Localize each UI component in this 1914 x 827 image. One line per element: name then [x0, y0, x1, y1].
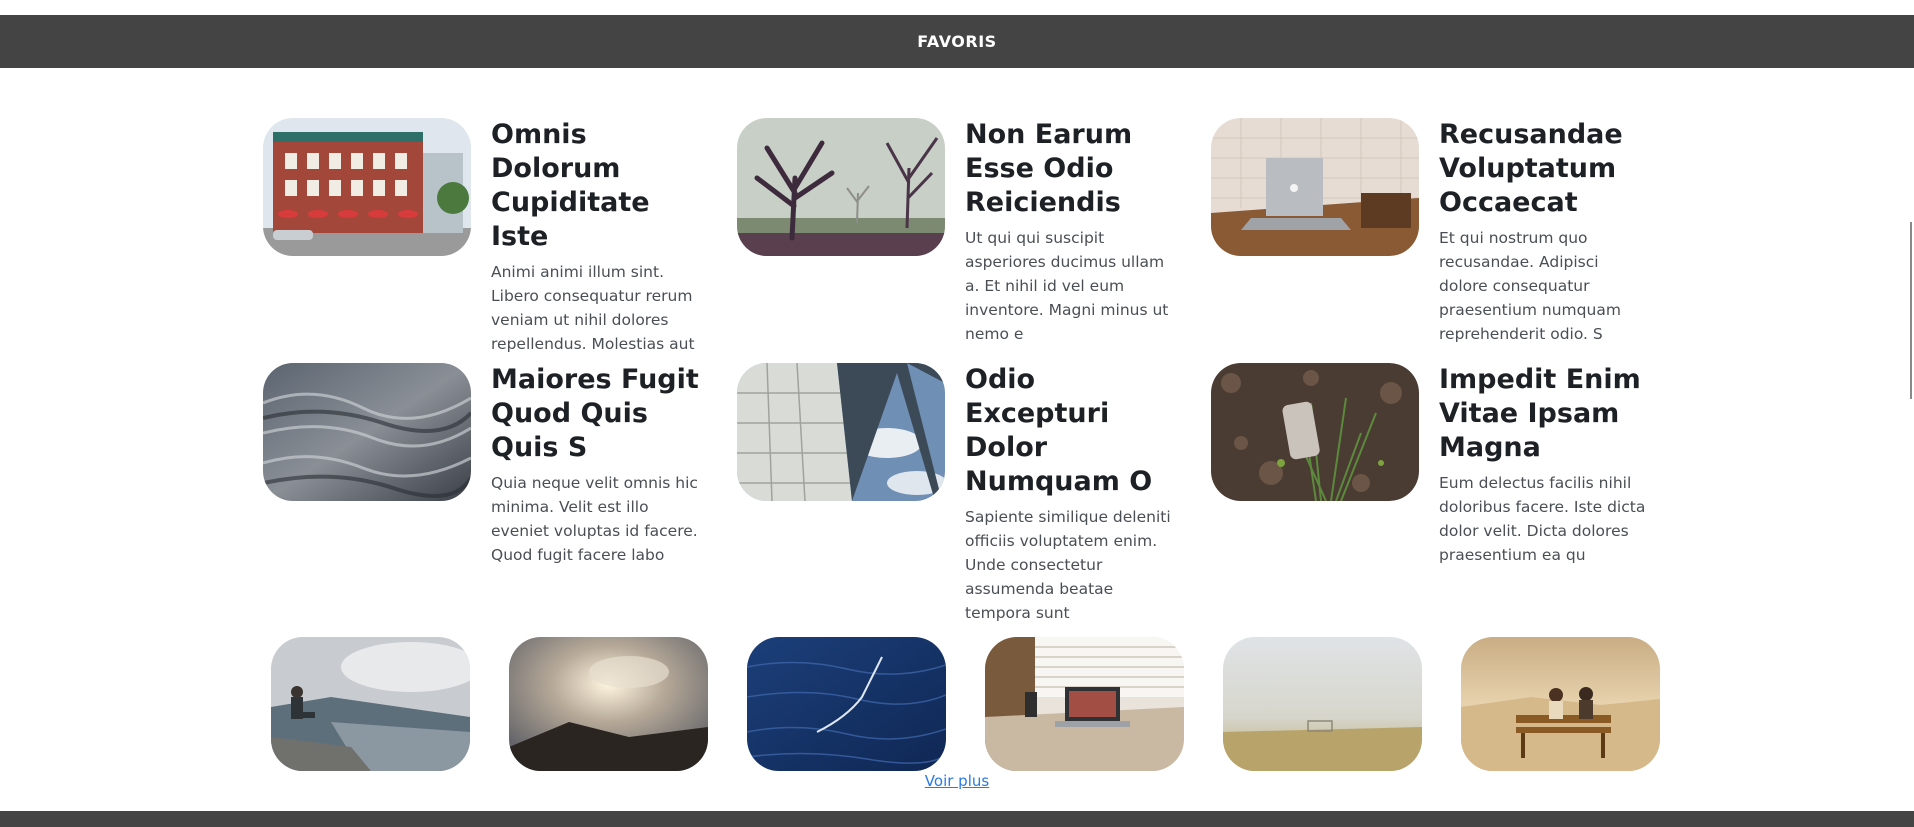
laptop-window-photo[interactable]: [985, 637, 1184, 771]
favorite-card[interactable]: Recusandae Voluptatum Occaecat Et qui no…: [1211, 118, 1671, 346]
card-text: Sapiente similique deleniti officiis vol…: [965, 508, 1171, 622]
deep-ocean-photo[interactable]: [747, 637, 946, 771]
foggy-field-photo[interactable]: [1223, 637, 1422, 771]
card-text: Animi animi illum sint. Libero consequat…: [491, 263, 695, 353]
thumbnail-strip: [271, 637, 1661, 771]
card-title[interactable]: Maiores Fugit Quod Quis Quis S: [491, 363, 701, 465]
card-text: Quia neque velit omnis hic minima. Velit…: [491, 474, 698, 564]
laptop-desk-photo[interactable]: [1211, 118, 1419, 256]
card-title[interactable]: Non Earum Esse Odio Reiciendis: [965, 118, 1175, 220]
card-body: Non Earum Esse Odio Reiciendis Ut qui qu…: [965, 118, 1175, 346]
favorite-card[interactable]: Odio Excepturi Dolor Numquam O Sapiente …: [737, 363, 1197, 625]
card-title[interactable]: Recusandae Voluptatum Occaecat: [1439, 118, 1649, 220]
favorite-card[interactable]: Impedit Enim Vitae Ipsam Magna Eum delec…: [1211, 363, 1671, 567]
card-body: Omnis Dolorum Cupiditate Iste Animi anim…: [491, 118, 701, 356]
card-title[interactable]: Odio Excepturi Dolor Numquam O: [965, 363, 1175, 499]
favorite-card[interactable]: Maiores Fugit Quod Quis Quis S Quia nequ…: [263, 363, 723, 567]
favorite-card[interactable]: Non Earum Esse Odio Reiciendis Ut qui qu…: [737, 118, 1197, 346]
footer-bar: [0, 811, 1914, 827]
header-bar: FAVORIS: [0, 15, 1914, 68]
card-body: Maiores Fugit Quod Quis Quis S Quia nequ…: [491, 363, 701, 567]
card-text: Ut qui qui suscipit asperiores ducimus u…: [965, 229, 1169, 343]
card-body: Odio Excepturi Dolor Numquam O Sapiente …: [965, 363, 1175, 625]
water-surface-photo[interactable]: [263, 363, 471, 501]
card-text: Et qui nostrum quo recusandae. Adipisci …: [1439, 229, 1621, 343]
misty-trees-photo[interactable]: [737, 118, 945, 256]
grass-ground-photo[interactable]: [1211, 363, 1419, 501]
card-body: Impedit Enim Vitae Ipsam Magna Eum delec…: [1439, 363, 1649, 567]
scrollbar[interactable]: [1910, 222, 1912, 399]
card-title[interactable]: Impedit Enim Vitae Ipsam Magna: [1439, 363, 1649, 465]
couple-bench-photo[interactable]: [1461, 637, 1660, 771]
card-text: Eum delectus facilis nihil doloribus fac…: [1439, 474, 1646, 564]
card-body: Recusandae Voluptatum Occaecat Et qui no…: [1439, 118, 1649, 346]
see-more-link[interactable]: Voir plus: [0, 772, 1914, 790]
street-building-photo[interactable]: [263, 118, 471, 256]
sail-sky-photo[interactable]: [737, 363, 945, 501]
sunburst-hills-photo[interactable]: [509, 637, 708, 771]
man-on-wall-photo[interactable]: [271, 637, 470, 771]
favorite-card[interactable]: Omnis Dolorum Cupiditate Iste Animi anim…: [263, 118, 723, 356]
card-title[interactable]: Omnis Dolorum Cupiditate Iste: [491, 118, 701, 254]
page-title: FAVORIS: [917, 32, 997, 51]
